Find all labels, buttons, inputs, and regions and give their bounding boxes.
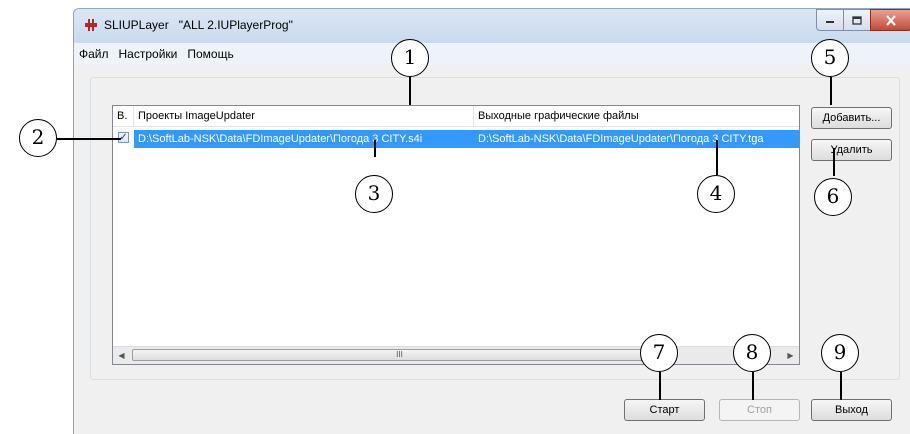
callout-7-leader (659, 372, 661, 400)
menu-settings[interactable]: Настройки (114, 43, 183, 65)
callout-2-leader (57, 138, 121, 140)
maximize-icon (852, 15, 862, 25)
output-file-cell[interactable]: D:\SoftLab-NSK\Data\FDImageUpdater\Погод… (474, 130, 799, 148)
delete-button[interactable]: Удалить (811, 139, 892, 161)
column-header-output-files[interactable]: Выходные графические файлы (474, 106, 799, 126)
scroll-grip-icon: III (396, 350, 403, 359)
list-header: В. Проекты ImageUpdater Выходные графиче… (113, 106, 799, 127)
callout-1-leader (409, 77, 411, 105)
callout-2: 2 (19, 119, 57, 157)
scrollbar-thumb[interactable]: III (132, 349, 667, 361)
app-logo-icon (85, 19, 97, 31)
window-title: SLIUPLayer "ALL 2.IUPlayerProg" (104, 18, 293, 32)
callout-6: 6 (814, 178, 852, 216)
callout-5-leader (830, 77, 832, 105)
minimize-button[interactable] (816, 9, 844, 31)
maximize-button[interactable] (843, 9, 871, 31)
menu-file[interactable]: Файл (74, 43, 114, 65)
minimize-icon (826, 21, 834, 23)
scroll-right-button[interactable]: ▶ (782, 347, 799, 364)
callout-3-leader (374, 140, 376, 157)
client-area: В. Проекты ImageUpdater Выходные графиче… (74, 65, 910, 434)
column-header-enabled[interactable]: В. (113, 106, 134, 126)
callout-9: 9 (821, 334, 859, 372)
callout-3: 3 (355, 175, 393, 213)
stop-button[interactable]: Стоп (719, 399, 800, 421)
exit-button[interactable]: Выход (811, 399, 892, 421)
horizontal-scrollbar[interactable]: ◀ III ▶ (113, 346, 799, 364)
callout-9-leader (840, 372, 842, 400)
start-button[interactable]: Старт (624, 399, 705, 421)
table-row[interactable]: ✓ D:\SoftLab-NSK\Data\FDImageUpdater\Пог… (113, 130, 801, 148)
scroll-left-button[interactable]: ◀ (113, 347, 130, 364)
add-button[interactable]: Добавить... (811, 107, 892, 129)
application-window: SLIUPLayer "ALL 2.IUPlayerProg" Файл Нас… (73, 8, 910, 434)
arrow-left-icon: ◀ (118, 351, 125, 360)
title-bar[interactable]: SLIUPLayer "ALL 2.IUPlayerProg" (74, 9, 910, 43)
callout-6-leader (833, 148, 835, 176)
callout-1: 1 (391, 39, 429, 77)
callout-4-leader (716, 140, 718, 175)
row-selection-highlight: D:\SoftLab-NSK\Data\FDImageUpdater\Погод… (134, 130, 799, 148)
project-path-cell[interactable]: D:\SoftLab-NSK\Data\FDImageUpdater\Погод… (134, 130, 474, 148)
projects-list[interactable]: В. Проекты ImageUpdater Выходные графиче… (112, 105, 800, 365)
callout-5: 5 (811, 39, 849, 77)
menu-bar: Файл Настройки Помощь (74, 43, 910, 65)
close-icon (886, 14, 896, 26)
arrow-right-icon: ▶ (787, 351, 794, 360)
column-header-projects[interactable]: Проекты ImageUpdater (134, 106, 474, 126)
menu-help[interactable]: Помощь (182, 43, 238, 65)
callout-4: 4 (697, 175, 735, 213)
callout-7: 7 (640, 334, 678, 372)
close-button[interactable] (870, 9, 910, 31)
callout-8-leader (752, 372, 754, 400)
callout-8: 8 (733, 334, 771, 372)
